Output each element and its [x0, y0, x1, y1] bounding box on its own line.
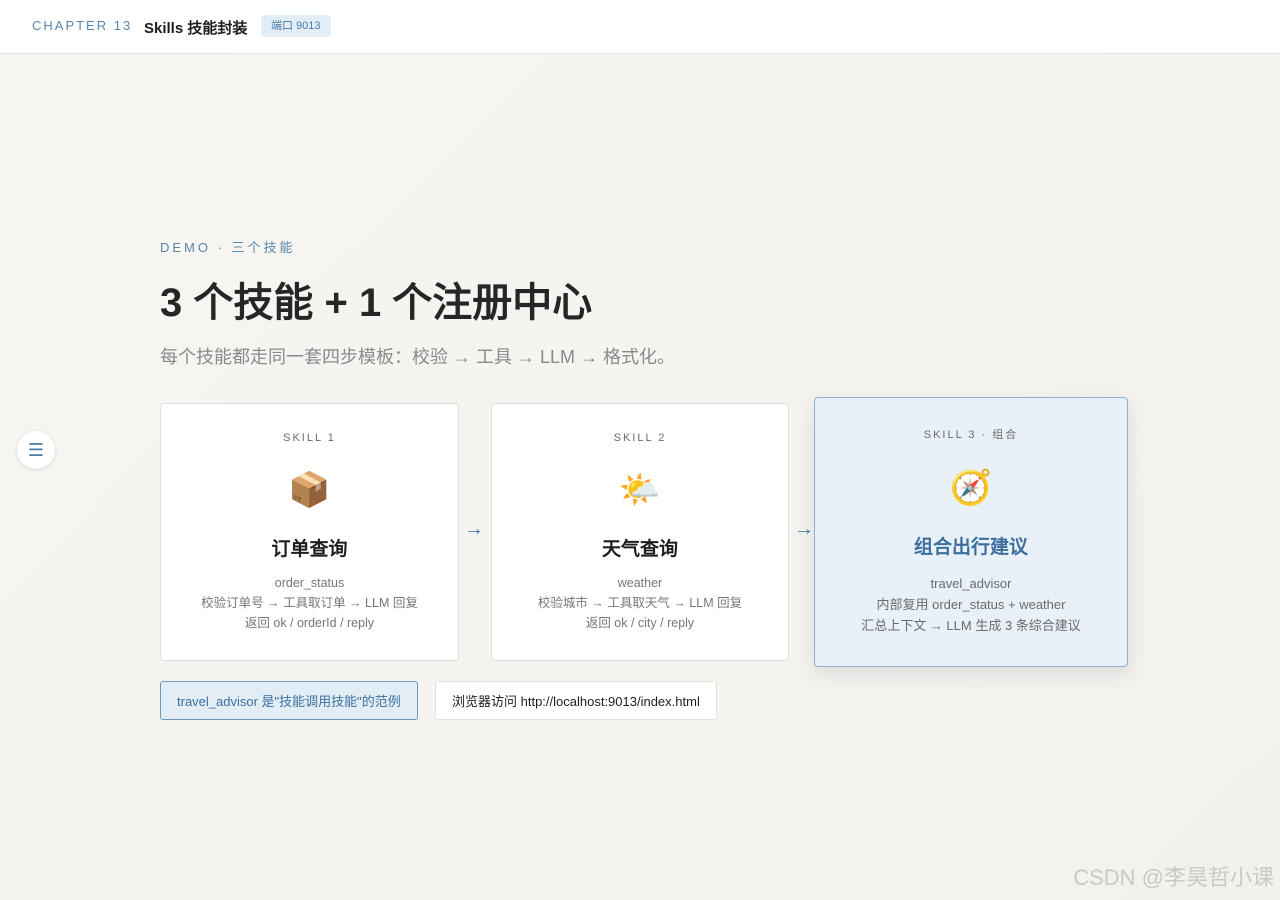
hero-subtitle: 每个技能都走同一套四步模板：校验 → 工具 → LLM → 格式化。	[160, 347, 676, 367]
flow-arrow-icon: →	[794, 518, 814, 540]
watermark: CSDN @李昊哲小课	[1073, 865, 1274, 890]
skill-card-order: SKILL 1 📦 订单查询 order_status 校验订单号 → 工具取订…	[160, 403, 459, 661]
skill-name: 天气查询	[601, 539, 678, 560]
skill-name: 订单查询	[271, 539, 348, 560]
compass-icon: 🧭	[949, 469, 993, 507]
page-title: Skills 技能封装	[144, 20, 248, 37]
skill-flow: 校验城市 → 工具取天气 → LLM 回复	[537, 596, 743, 610]
port-badge: 端口 9013	[261, 15, 331, 37]
skill-flow: 内部复用 order_status + weather	[876, 597, 1066, 612]
skill-id: travel_advisor	[930, 576, 1012, 591]
hero-title: 3 个技能 + 1 个注册中心	[160, 281, 593, 325]
skill-flow: 校验订单号 → 工具取订单 → LLM 回复	[201, 596, 418, 610]
section-kicker: DEMO · 三个技能	[160, 240, 296, 255]
visit-url-chip[interactable]: 浏览器访问 http://localhost:9013/index.html	[435, 681, 717, 720]
weather-icon: 🌤️	[618, 471, 662, 509]
skill-desc: weather 校验城市 → 工具取天气 → LLM 回复 返回 ok / ci…	[492, 573, 788, 633]
menu-button[interactable]: ☰	[17, 431, 55, 469]
skill-id: order_status	[274, 576, 345, 590]
skill-card-weather: SKILL 2 🌤️ 天气查询 weather 校验城市 → 工具取天气 → L…	[491, 403, 789, 661]
skill-label: SKILL 1	[283, 432, 336, 444]
skill-desc: travel_advisor 内部复用 order_status + weath…	[815, 573, 1127, 636]
example-chip: travel_advisor 是"技能调用技能"的范例	[160, 681, 418, 720]
skill-id: weather	[617, 576, 663, 590]
package-icon: 📦	[288, 471, 331, 509]
skill-desc: order_status 校验订单号 → 工具取订单 → LLM 回复 返回 o…	[161, 573, 458, 633]
chapter-label: CHAPTER 13	[32, 18, 133, 33]
skill-card-travel-advisor: SKILL 3 · 组合 🧭 组合出行建议 travel_advisor 内部复…	[814, 397, 1128, 667]
skill-label: SKILL 2	[613, 432, 667, 444]
skill-return: 汇总上下文 → LLM 生成 3 条综合建议	[861, 618, 1081, 633]
flow-arrow-icon: →	[464, 518, 484, 540]
skill-name: 组合出行建议	[913, 537, 1028, 558]
menu-icon: ☰	[27, 439, 45, 460]
skill-return: 返回 ok / orderId / reply	[244, 616, 375, 630]
top-bar: CHAPTER 13 Skills 技能封装 端口 9013	[0, 0, 1280, 54]
skill-label: SKILL 3 · 组合	[923, 429, 1019, 441]
skill-return: 返回 ok / city / reply	[585, 616, 695, 630]
